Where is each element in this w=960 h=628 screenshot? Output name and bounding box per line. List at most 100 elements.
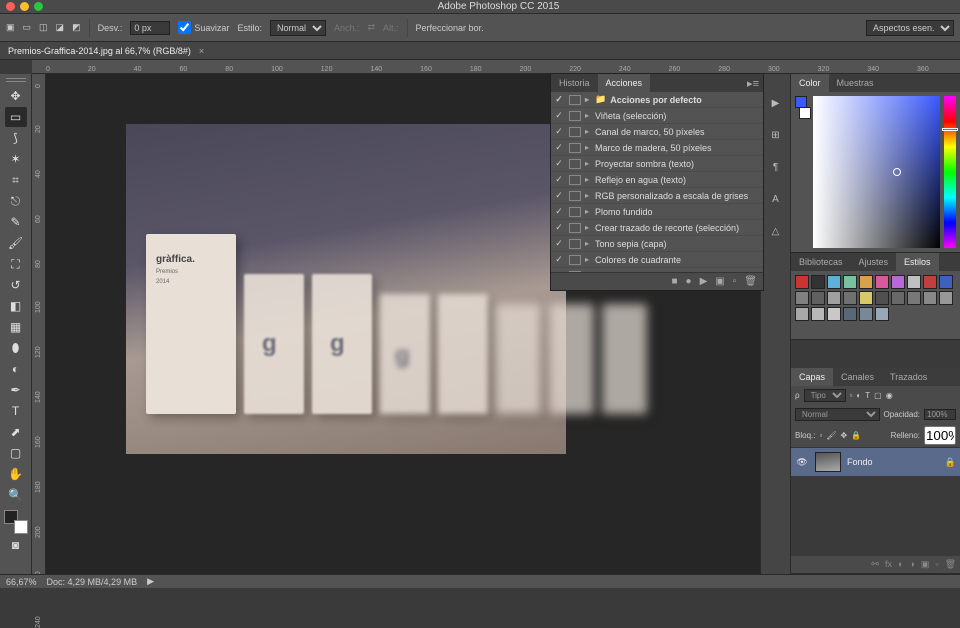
style-swatch[interactable] <box>891 275 905 289</box>
action-row[interactable]: ✓▸Canal de marco, 50 píxeles <box>551 124 763 140</box>
adjustments-tab[interactable]: Ajustes <box>851 253 897 271</box>
layer-thumbnail[interactable] <box>815 452 841 472</box>
style-swatch[interactable] <box>907 275 921 289</box>
dodge-tool[interactable]: ◐ <box>5 359 27 379</box>
opacity-input[interactable] <box>924 409 956 420</box>
stamp-tool[interactable]: ⛶ <box>5 254 27 274</box>
style-swatch[interactable] <box>827 307 841 321</box>
action-row[interactable]: ✓▸RGB personalizado a escala de grises <box>551 188 763 204</box>
eyedropper-tool[interactable]: ⎋ <box>5 191 27 211</box>
zoom-tool[interactable]: 🔍 <box>5 485 27 505</box>
type-tool[interactable]: T <box>5 401 27 421</box>
pen-tool[interactable]: ✒ <box>5 380 27 400</box>
tool-preset-icon[interactable]: ▭ <box>23 22 32 33</box>
lock-all-icon[interactable]: 🔒 <box>851 431 861 440</box>
close-tab-icon[interactable]: × <box>199 46 204 56</box>
color-fgbg-swatch[interactable] <box>795 96 809 122</box>
fx-icon[interactable]: fx <box>885 559 892 570</box>
gradient-tool[interactable]: ▦ <box>5 317 27 337</box>
fill-input[interactable] <box>924 426 956 445</box>
refine-edge-button[interactable]: Perfeccionar bor. <box>416 23 484 33</box>
brush-panel-icon[interactable]: △ <box>767 222 785 240</box>
hand-tool[interactable]: ✋ <box>5 464 27 484</box>
style-swatch[interactable] <box>843 307 857 321</box>
panel-menu-icon[interactable]: ▸≡ <box>747 77 759 90</box>
style-swatch[interactable] <box>859 291 873 305</box>
action-row[interactable]: ✓▸Proyectar sombra (texto) <box>551 156 763 172</box>
style-swatch[interactable] <box>859 275 873 289</box>
layer-filter-select[interactable]: Tipo <box>804 389 846 402</box>
selection-mode-icon[interactable]: ◫ <box>39 22 48 33</box>
swatches-tab[interactable]: Muestras <box>829 74 882 92</box>
hue-slider[interactable] <box>944 96 956 248</box>
window-close-button[interactable] <box>6 2 15 11</box>
action-row[interactable]: ✓▸Viñeta (selección) <box>551 108 763 124</box>
style-swatch[interactable] <box>827 275 841 289</box>
adjustment-icon[interactable]: ◑ <box>909 559 914 570</box>
shape-tool[interactable]: ▢ <box>5 443 27 463</box>
style-swatch[interactable] <box>875 307 889 321</box>
styles-tab[interactable]: Estilos <box>896 253 939 271</box>
play-icon[interactable]: ▶ <box>700 276 708 287</box>
action-set-row[interactable]: ✓▸📁Acciones por defecto <box>551 92 763 108</box>
lock-pixels-icon[interactable]: 🖌 <box>826 431 836 440</box>
new-action-icon[interactable]: ▫ <box>733 276 737 287</box>
action-row[interactable]: ✓▸Marco de madera, 50 píxeles <box>551 140 763 156</box>
lock-pos-icon[interactable]: ✥ <box>840 431 847 440</box>
action-row[interactable]: ✓▸Tono sepia (capa) <box>551 236 763 252</box>
action-row[interactable]: ✓▸Colores de cuadrante <box>551 252 763 268</box>
action-row[interactable]: ✓▸Crear trazado de recorte (selección) <box>551 220 763 236</box>
window-maximize-button[interactable] <box>34 2 43 11</box>
ps-logo-icon[interactable]: ▣ <box>6 22 15 33</box>
move-tool[interactable]: ✥ <box>5 86 27 106</box>
trash-icon[interactable]: 🗑 <box>945 559 956 570</box>
blur-tool[interactable]: ⬮ <box>5 338 27 358</box>
style-swatch[interactable] <box>811 307 825 321</box>
workspace-select[interactable]: Aspectos esen. <box>866 20 954 36</box>
style-swatch[interactable] <box>891 291 905 305</box>
action-row[interactable]: ✓▸Plomo fundido <box>551 204 763 220</box>
style-swatch[interactable] <box>907 291 921 305</box>
brush-tool[interactable]: 🖌 <box>5 233 27 253</box>
channels-tab[interactable]: Canales <box>833 368 882 386</box>
lock-trans-icon[interactable]: ▫ <box>819 431 822 440</box>
feather-input[interactable] <box>130 21 170 35</box>
style-swatch[interactable] <box>811 291 825 305</box>
stop-icon[interactable]: ■ <box>672 276 678 287</box>
character-panel-icon[interactable]: ⊞ <box>767 126 785 144</box>
lasso-tool[interactable]: ⟆ <box>5 128 27 148</box>
zoom-level[interactable]: 66,67% <box>6 577 37 587</box>
document-tab[interactable]: Premios-Graffica-2014.jpg al 66,7% (RGB/… <box>0 42 960 60</box>
trash-icon[interactable]: 🗑 <box>744 276 757 287</box>
libraries-tab[interactable]: Bibliotecas <box>791 253 851 271</box>
layer-row[interactable]: 👁 Fondo 🔒 <box>791 448 960 476</box>
selection-mode-icon[interactable]: ◩ <box>72 22 81 33</box>
paths-tab[interactable]: Trazados <box>882 368 935 386</box>
glyph-panel-icon[interactable]: A <box>767 190 785 208</box>
layers-tab[interactable]: Capas <box>791 368 833 386</box>
link-layers-icon[interactable]: ⚯ <box>871 559 879 570</box>
style-swatch[interactable] <box>827 291 841 305</box>
marquee-tool[interactable]: ▭ <box>5 107 27 127</box>
style-swatch[interactable] <box>795 275 809 289</box>
antialias-checkbox[interactable] <box>178 21 191 34</box>
style-swatch[interactable] <box>875 275 889 289</box>
style-swatch[interactable] <box>859 307 873 321</box>
style-select[interactable]: Normal <box>270 20 326 36</box>
record-icon[interactable]: ● <box>686 276 692 287</box>
color-tab[interactable]: Color <box>791 74 829 92</box>
style-swatch[interactable] <box>795 291 809 305</box>
style-swatch[interactable] <box>811 275 825 289</box>
eraser-tool[interactable]: ◧ <box>5 296 27 316</box>
style-swatch[interactable] <box>923 275 937 289</box>
selection-mode-icon[interactable]: ◪ <box>56 22 65 33</box>
paragraph-panel-icon[interactable]: ¶ <box>767 158 785 176</box>
mask-icon[interactable]: ◐ <box>898 559 903 570</box>
healing-tool[interactable]: ✎ <box>5 212 27 232</box>
style-swatch[interactable] <box>875 291 889 305</box>
style-swatch[interactable] <box>923 291 937 305</box>
history-panel-icon[interactable]: ▶ <box>767 94 785 112</box>
new-set-icon[interactable]: ▣ <box>715 276 724 287</box>
quick-select-tool[interactable]: ✶ <box>5 149 27 169</box>
visibility-icon[interactable]: 👁 <box>795 457 809 468</box>
